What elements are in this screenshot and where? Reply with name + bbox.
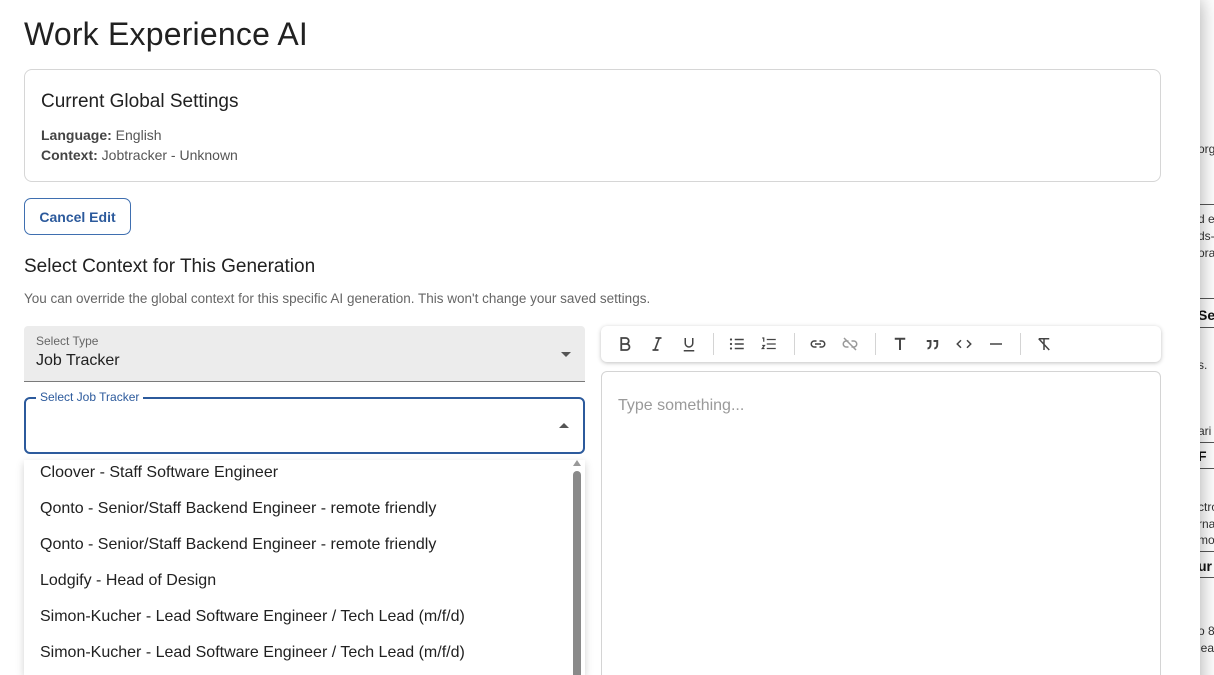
link-icon[interactable] — [806, 332, 830, 356]
background-text: rna — [1198, 517, 1214, 531]
background-divider — [1198, 468, 1214, 469]
editor-toolbar — [601, 326, 1161, 362]
list-item[interactable]: Simon-Kucher - Lead Software Engineer / … — [40, 608, 465, 626]
scroll-up-arrow-icon[interactable] — [573, 460, 581, 466]
list-item[interactable]: Qonto - Senior/Staff Backend Engineer - … — [40, 536, 436, 554]
list-item[interactable]: Lodgify - Head of Design — [40, 572, 216, 590]
background-divider — [1198, 204, 1214, 205]
background-divider — [1198, 327, 1214, 328]
dialog-title: Work Experience AI — [24, 16, 309, 52]
dropdown-scrollbar[interactable] — [572, 460, 582, 675]
list-item[interactable]: Qonto - Senior/Staff Backend Engineer - … — [40, 500, 436, 518]
global-settings-card: Current Global Settings Language: Englis… — [24, 69, 1161, 182]
clear-format-icon[interactable] — [1032, 332, 1056, 356]
horizontal-rule-icon[interactable] — [984, 332, 1008, 356]
heading-icon[interactable] — [888, 332, 912, 356]
background-text: o 8 — [1198, 624, 1214, 638]
background-text: mo — [1198, 533, 1214, 547]
scrollbar-thumb[interactable] — [573, 471, 581, 675]
select-type-value: Job Tracker — [36, 352, 120, 369]
background-text: d e — [1198, 212, 1214, 226]
select-job-tracker-label: Select Job Tracker — [36, 390, 144, 404]
background-text: org — [1198, 142, 1214, 156]
background-text: ctro — [1198, 500, 1214, 514]
section-title: Select Context for This Generation — [24, 256, 316, 277]
job-tracker-options-list: Cloover - Staff Software Engineer Qonto … — [24, 460, 585, 675]
italic-icon[interactable] — [645, 332, 669, 356]
settings-context-line: Context: Jobtracker - Unknown — [41, 147, 238, 163]
editor-placeholder: Type something... — [618, 397, 745, 414]
toolbar-divider — [1020, 333, 1021, 355]
quote-icon[interactable] — [920, 332, 944, 356]
numbered-list-icon[interactable] — [757, 332, 781, 356]
background-heading: ur — [1198, 558, 1212, 574]
toolbar-divider — [875, 333, 876, 355]
unlink-icon[interactable] — [838, 332, 862, 356]
bold-icon[interactable] — [613, 332, 637, 356]
select-type-dropdown[interactable]: Select Type Job Tracker — [24, 326, 585, 382]
cancel-edit-button[interactable]: Cancel Edit — [24, 198, 131, 235]
background-divider — [1198, 298, 1214, 299]
settings-language-line: Language: English — [41, 127, 162, 143]
toolbar-divider — [713, 333, 714, 355]
chevron-up-icon — [559, 423, 569, 428]
language-label: Language: — [41, 127, 112, 143]
select-job-tracker-dropdown[interactable]: Select Job Tracker — [24, 390, 585, 454]
background-divider — [1198, 577, 1214, 578]
background-text: ds- — [1198, 229, 1214, 243]
work-experience-dialog: Work Experience AI Current Global Settin… — [0, 0, 1200, 675]
language-value: English — [115, 127, 162, 143]
list-item[interactable]: Simon-Kucher - Lead Software Engineer / … — [40, 644, 465, 662]
chevron-down-icon — [561, 352, 571, 357]
background-text: ari — [1198, 424, 1212, 438]
list-item[interactable]: Cloover - Staff Software Engineer — [40, 464, 278, 482]
background-divider — [1198, 442, 1214, 443]
select-type-label: Select Type — [36, 334, 99, 348]
settings-card-title: Current Global Settings — [41, 91, 239, 112]
rich-text-editor[interactable]: Type something... — [601, 371, 1161, 675]
code-icon[interactable] — [952, 332, 976, 356]
background-heading: Se — [1198, 307, 1214, 323]
section-hint: You can override the global context for … — [24, 291, 651, 306]
bullet-list-icon[interactable] — [725, 332, 749, 356]
background-text: lea — [1198, 641, 1214, 655]
context-value: Jobtracker - Unknown — [101, 147, 238, 163]
context-label: Context: — [41, 147, 98, 163]
background-text: ora — [1198, 246, 1214, 260]
background-divider — [1198, 551, 1214, 552]
toolbar-divider — [794, 333, 795, 355]
underline-icon[interactable] — [677, 332, 701, 356]
